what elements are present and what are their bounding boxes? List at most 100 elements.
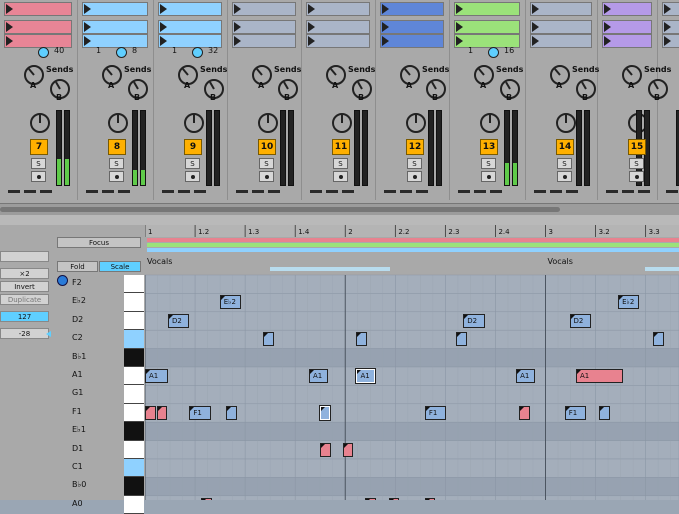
play-icon[interactable] [604, 22, 611, 32]
clip-slot[interactable] [454, 2, 520, 16]
scrollbar-thumb[interactable] [0, 207, 560, 212]
piano-key-row[interactable]: E♭2 [55, 293, 145, 312]
arm-button[interactable] [407, 171, 422, 182]
midi-note[interactable] [145, 405, 156, 420]
white-key[interactable] [124, 385, 144, 404]
midi-note[interactable] [342, 442, 354, 457]
x2-button[interactable]: ×2 [0, 268, 49, 279]
play-icon[interactable] [160, 4, 167, 14]
white-key[interactable] [124, 275, 144, 294]
clip-slot[interactable] [158, 20, 222, 34]
midi-note[interactable]: F1 [424, 405, 447, 420]
piano-key-row[interactable]: D2 [55, 311, 145, 331]
midi-note[interactable]: A1 [575, 369, 623, 383]
white-key[interactable] [124, 440, 144, 459]
note-row[interactable] [145, 421, 679, 441]
play-icon[interactable] [604, 36, 611, 46]
white-key[interactable] [124, 403, 144, 423]
arm-button[interactable] [185, 171, 200, 182]
pan-knob[interactable] [406, 113, 426, 133]
note-row[interactable] [145, 311, 679, 331]
track-activator-button[interactable]: 14 [556, 139, 574, 155]
pan-knob[interactable] [108, 113, 128, 133]
track-activator-button[interactable]: 12 [406, 139, 424, 155]
play-icon[interactable] [604, 4, 611, 14]
play-icon[interactable] [532, 36, 539, 46]
play-icon[interactable] [456, 4, 463, 14]
play-icon[interactable] [532, 22, 539, 32]
track-activator-button[interactable]: 7 [30, 139, 48, 155]
end-marker-bar[interactable] [147, 248, 679, 252]
clip-slot[interactable] [530, 20, 592, 34]
clip-slot[interactable] [530, 2, 592, 16]
note-row[interactable] [145, 329, 679, 349]
midi-note[interactable]: F1 [189, 405, 211, 420]
velocity-value[interactable]: 127 [0, 311, 49, 322]
play-icon[interactable] [234, 22, 241, 32]
play-icon[interactable] [308, 36, 315, 46]
play-icon[interactable] [6, 4, 13, 14]
track-activator-button[interactable]: 11 [332, 139, 350, 155]
midi-note[interactable]: A1 [355, 368, 377, 384]
piano-key-row[interactable]: B♭1 [55, 348, 145, 367]
note-row[interactable] [145, 274, 679, 294]
arm-button[interactable] [481, 171, 496, 182]
piano-key-row[interactable]: A0 [55, 495, 145, 514]
midi-note[interactable]: D2 [463, 313, 485, 328]
clip-slot[interactable] [82, 20, 148, 34]
arm-button[interactable] [557, 171, 572, 182]
solo-button[interactable]: S [333, 158, 348, 169]
midi-note[interactable] [652, 332, 664, 347]
solo-button[interactable]: S [407, 158, 422, 169]
solo-button[interactable]: S [481, 158, 496, 169]
play-icon[interactable] [456, 22, 463, 32]
solo-button[interactable]: S [629, 158, 644, 169]
solo-button[interactable]: S [557, 158, 572, 169]
white-key[interactable] [124, 367, 144, 386]
clip-dial-icon[interactable] [38, 47, 49, 58]
play-icon[interactable] [382, 36, 389, 46]
note-row[interactable] [145, 495, 679, 500]
midi-note[interactable] [263, 332, 274, 347]
arm-button[interactable] [259, 171, 274, 182]
white-key[interactable] [124, 495, 144, 514]
duplicate-button[interactable]: Duplicate [0, 294, 49, 305]
track-activator-button[interactable]: 15 [628, 139, 646, 155]
play-icon[interactable] [664, 4, 671, 14]
track-activator-button[interactable]: 9 [184, 139, 202, 155]
midi-note[interactable]: E♭2 [618, 295, 640, 310]
clip-slot[interactable] [380, 20, 444, 34]
pan-knob[interactable] [332, 113, 352, 133]
solo-button[interactable]: S [259, 158, 274, 169]
play-icon[interactable] [84, 22, 91, 32]
play-icon[interactable] [160, 22, 167, 32]
play-icon[interactable] [234, 4, 241, 14]
panel-divider[interactable] [0, 215, 679, 225]
black-key[interactable] [124, 348, 144, 367]
midi-note[interactable]: A1 [516, 369, 535, 383]
clip-slot[interactable] [602, 2, 652, 16]
black-key[interactable] [124, 477, 144, 496]
clip-slot[interactable] [4, 20, 72, 34]
clip-slot[interactable] [306, 20, 370, 34]
play-icon[interactable] [308, 22, 315, 32]
midi-note[interactable]: A1 [308, 369, 328, 383]
piano-key-row[interactable]: C2 [55, 330, 145, 349]
clip-slot[interactable] [232, 20, 296, 34]
track-activator-button[interactable]: 10 [258, 139, 276, 155]
transpose-value[interactable]: -28 [0, 328, 49, 339]
clip-dial-icon[interactable] [116, 47, 127, 58]
start-marker-bar[interactable] [147, 243, 679, 247]
invert-button[interactable]: Invert [0, 281, 49, 292]
clip-dial-icon[interactable] [192, 47, 203, 58]
solo-button[interactable]: S [185, 158, 200, 169]
midi-note[interactable] [320, 442, 331, 457]
clip-slot[interactable] [232, 2, 296, 16]
pan-knob[interactable] [480, 113, 500, 133]
midi-note[interactable] [319, 404, 332, 421]
pan-knob[interactable] [556, 113, 576, 133]
play-icon[interactable] [84, 36, 91, 46]
solo-button[interactable]: S [31, 158, 46, 169]
clip-slot[interactable] [662, 2, 679, 16]
play-icon[interactable] [308, 4, 315, 14]
